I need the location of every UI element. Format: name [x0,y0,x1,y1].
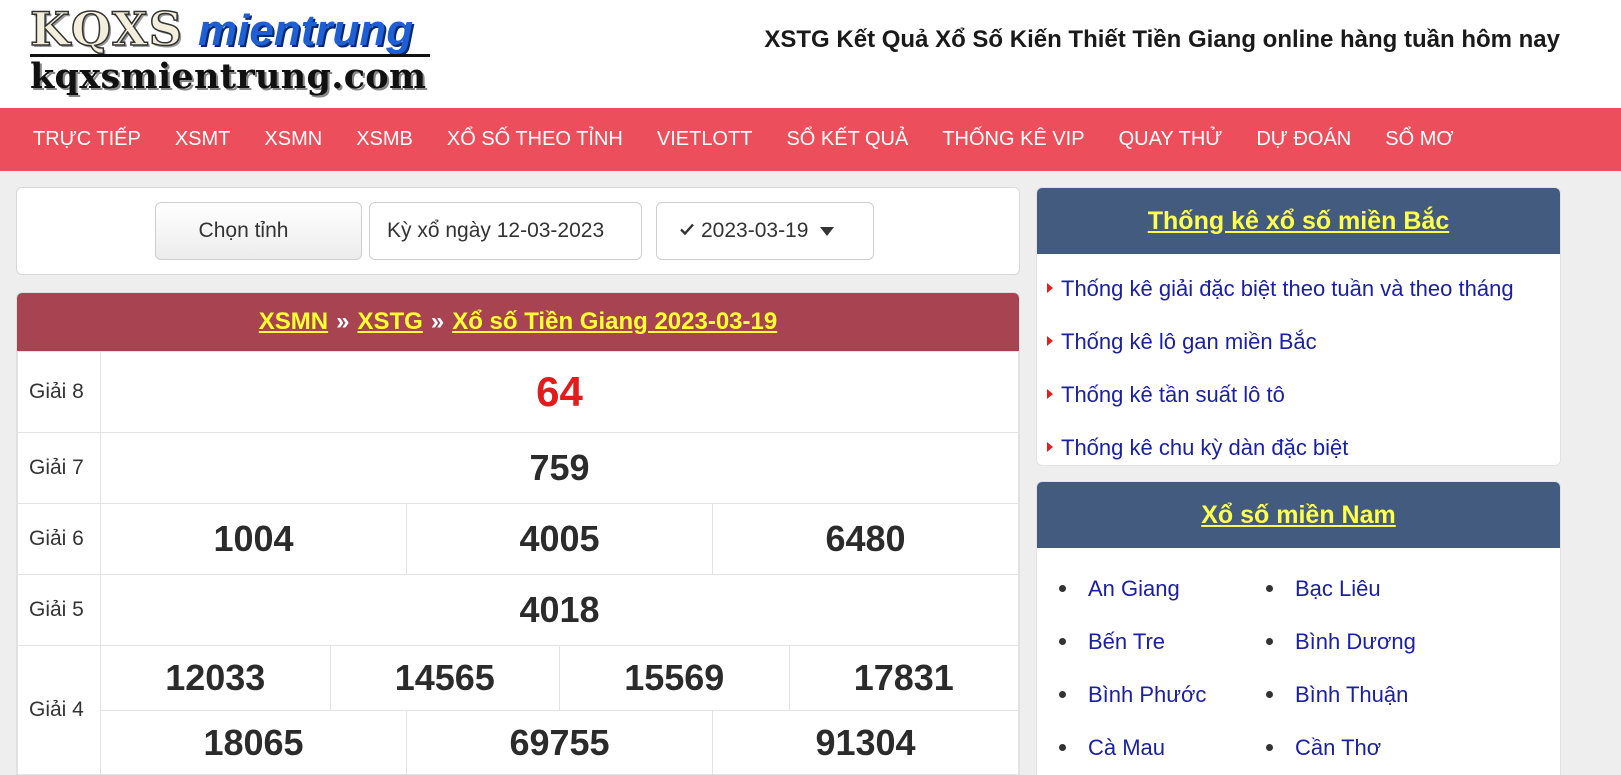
province-link-label: Bạc Liêu [1295,575,1381,601]
prize-number: 14565 [329,646,560,710]
nav-item-vietlott[interactable]: VIETLOTT [640,128,770,151]
prize-row: Giải 4 12033 14565 15569 17831 18065 69755 9130… [17,645,1019,775]
prize-label: Giải 7 [17,432,101,504]
nav-item-xsmn[interactable]: XSMN [247,128,339,151]
previous-draw-button[interactable]: Kỳ xổ ngày 12-03-2023 [369,202,642,260]
bullet-icon [1059,585,1066,592]
breadcrumb-xstg[interactable]: XSTG [357,308,422,336]
prize-row: Giải 6 1004 4005 6480 [17,503,1019,575]
prize-number: 69755 [406,711,712,774]
prize-number: 15569 [559,646,789,710]
province-select-label: Chọn tỉnh [198,219,289,242]
province-link-grid: An Giang Bạc Liêu Bến Tre Bình Dương Bình Ph… [1037,548,1560,774]
province-link-bac-lieu[interactable]: Bạc Liêu [1266,562,1486,615]
previous-draw-label: Kỳ xổ ngày 12-03-2023 [387,219,605,242]
nav-item-du-doan[interactable]: DỰ ĐOÁN [1239,128,1368,151]
bullet-icon [1266,638,1273,645]
nav-item-thong-ke-vip[interactable]: THỐNG KÊ VIP [925,128,1101,151]
prize-number: 4005 [406,504,712,574]
province-link-label: Bình Dương [1295,628,1416,654]
caret-down-icon [820,226,835,236]
southern-lottery-title[interactable]: Xổ số miền Nam [1201,501,1396,530]
bullet-icon [1266,585,1273,592]
province-link-label: Bình Phước [1088,681,1207,707]
province-link-label: Bến Tre [1088,628,1166,654]
prize-label: Giải 5 [17,574,101,646]
southern-lottery-box: Xổ số miền Nam An Giang Bạc Liêu Bến Tre Bì… [1036,481,1561,775]
prize-number: 759 [529,447,590,488]
province-link-label: Cần Thơ [1295,734,1382,760]
province-link-ben-tre[interactable]: Bến Tre [1059,615,1266,668]
province-link-an-giang[interactable]: An Giang [1059,562,1266,615]
prize-numbers: 1004 4005 6480 [100,503,1019,575]
prize-number: 91304 [712,711,1018,774]
prize-numbers: 12033 14565 15569 17831 18065 69755 91304 [100,645,1019,775]
bullet-icon [1059,744,1066,751]
nav-item-truc-tiep[interactable]: TRỰC TIẾP [16,128,158,151]
statistics-link-list: Thống kê giải đặc biệt theo tuần và theo… [1037,254,1560,465]
site-logo[interactable]: KQXS mientrung kqxsmientrung.com [29,2,440,102]
date-dropdown[interactable]: 2023-03-19 [656,202,874,260]
nav-item-so-ket-qua[interactable]: SỔ KẾT QUẢ [769,128,925,151]
nav-item-xsmt[interactable]: XSMT [158,128,248,151]
province-select-button[interactable]: Chọn tỉnh [155,202,362,260]
statistics-link[interactable]: Thống kê giải đặc biệt theo tuần và theo… [1037,262,1560,315]
nav-item-xsmb[interactable]: XSMB [339,128,430,151]
southern-lottery-header: Xổ số miền Nam [1037,482,1560,548]
statistics-box-header: Thống kê xổ số miền Bắc [1037,188,1560,254]
province-link-label: Bình Thuận [1295,681,1409,707]
prize-number: 17831 [788,646,1019,710]
prize-number: 18065 [203,722,304,763]
breadcrumb-separator: » [336,308,350,335]
prize-row: Giải 8 64 [17,351,1019,433]
prize-row: Giải 5 4018 [17,574,1019,646]
statistics-link[interactable]: Thống kê lô gan miền Bắc [1037,315,1560,368]
province-link-label: Cà Mau [1088,734,1166,760]
province-link-binh-phuoc[interactable]: Bình Phước [1059,668,1266,721]
province-link-binh-duong[interactable]: Bình Dương [1266,615,1486,668]
prize-label: Giải 6 [17,503,101,575]
prize-number: 1004 [213,518,294,559]
prize-number: 6480 [712,504,1018,574]
prize-label: Giải 8 [17,351,101,433]
logo-domain-text: kqxsmientrung.com [30,56,427,97]
main-nav: TRỰC TIẾP XSMT XSMN XSMB XỔ SỐ THEO TỈNH VIET… [0,108,1621,171]
bullet-icon [1059,691,1066,698]
prize-number: 64 [536,368,583,415]
result-breadcrumb: XSMN » XSTG » Xổ số Tiền Giang 2023-03-1… [17,293,1019,351]
breadcrumb-xsmn[interactable]: XSMN [259,308,328,336]
result-panel: XSMN » XSTG » Xổ số Tiền Giang 2023-03-1… [16,292,1020,775]
prize-label: Giải 4 [17,645,101,775]
result-table: Giải 8 64 Giải 7 759 Giải 6 1004 4005 6480 Giải … [17,351,1019,775]
date-dropdown-value: 2023-03-19 [701,219,809,242]
nav-item-so-mo[interactable]: SỔ MƠ [1368,128,1470,151]
prize-number: 4018 [519,589,600,630]
check-icon [680,223,694,236]
province-link-binh-thuan[interactable]: Bình Thuận [1266,668,1486,721]
province-link-ca-mau[interactable]: Cà Mau [1059,721,1266,774]
site-header: KQXS mientrung kqxsmientrung.com XSTG Kế… [0,0,1621,108]
prize-number: 12033 [165,657,266,698]
bullet-icon [1266,744,1273,751]
draw-selector-panel: Chọn tỉnh Kỳ xổ ngày 12-03-2023 2023-03-… [16,187,1020,275]
bullet-icon [1266,691,1273,698]
nav-item-xo-so-theo-tinh[interactable]: XỔ SỐ THEO TỈNH [430,128,640,151]
prize-numbers: 64 [100,351,1019,433]
prize-numbers: 759 [100,432,1019,504]
prize-row: Giải 7 759 [17,432,1019,504]
breadcrumb-separator: » [430,308,445,335]
statistics-box-title[interactable]: Thống kê xổ số miền Bắc [1148,207,1449,236]
statistics-box: Thống kê xổ số miền Bắc Thống kê giải đặ… [1036,187,1561,466]
province-link-can-tho[interactable]: Cần Thơ [1266,721,1486,774]
prize-numbers: 4018 [100,574,1019,646]
statistics-link[interactable]: Thống kê chu kỳ dàn đặc biệt [1037,421,1560,465]
statistics-link[interactable]: Thống kê tần suất lô tô [1037,368,1560,421]
page-title: XSTG Kết Quả Xổ Số Kiến Thiết Tiền Giang… [764,26,1560,53]
breadcrumb-current[interactable]: Xổ số Tiền Giang 2023-03-19 [452,308,777,336]
province-link-label: An Giang [1088,575,1180,601]
logo-kqxs-text: KQXS [29,2,183,56]
bullet-icon [1059,638,1066,645]
nav-item-quay-thu[interactable]: QUAY THỬ [1102,128,1240,151]
logo-mientrung-text: mientrung [198,6,414,55]
